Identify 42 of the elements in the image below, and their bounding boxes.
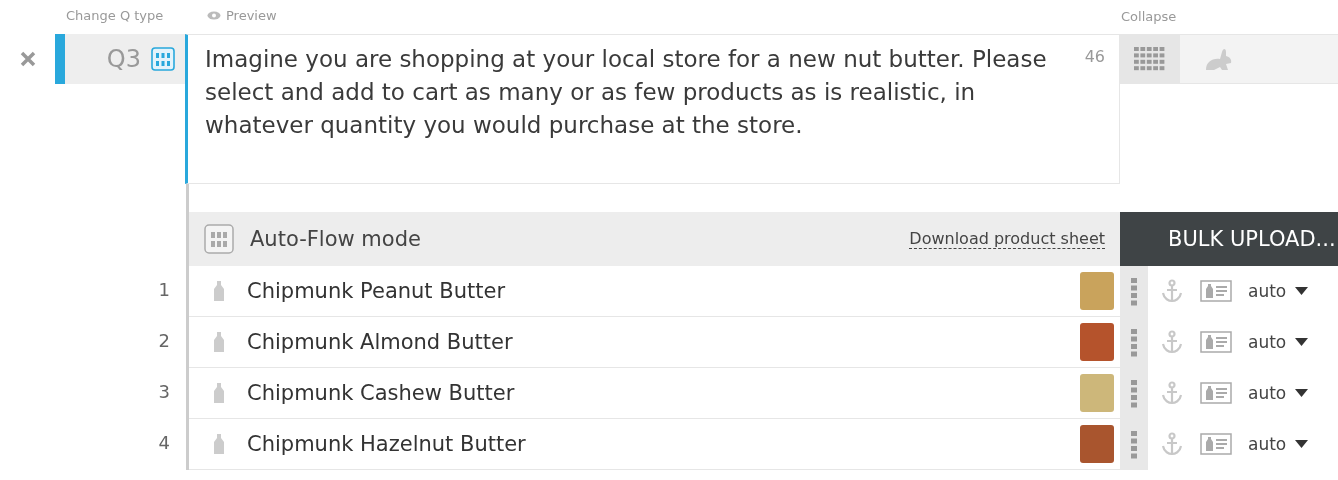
grid-icon bbox=[1134, 47, 1166, 71]
shelf-icon[interactable] bbox=[151, 47, 175, 71]
question-text-field[interactable]: Imagine you are shopping at your local store for a new nut butter. Please select and add to cart as many or as few products as is realistic, in whatever quantity you would purchase at the store. 46 bbox=[185, 34, 1120, 184]
bottle-icon bbox=[213, 332, 225, 352]
eye-icon bbox=[207, 11, 221, 20]
product-card-icon[interactable] bbox=[1200, 433, 1232, 455]
close-icon[interactable] bbox=[19, 51, 36, 67]
mode-dropdown[interactable]: auto bbox=[1248, 281, 1309, 301]
caret-icon bbox=[1295, 440, 1309, 448]
caret-icon bbox=[1295, 287, 1309, 295]
row-number: 2 bbox=[157, 330, 170, 351]
mode-title: Auto-Flow mode bbox=[250, 227, 422, 251]
anchor-icon[interactable] bbox=[1160, 381, 1184, 405]
product-card-icon[interactable] bbox=[1200, 382, 1232, 404]
drag-handle[interactable] bbox=[1120, 419, 1148, 470]
anchor-icon[interactable] bbox=[1160, 279, 1184, 303]
mode-dropdown[interactable]: auto bbox=[1248, 332, 1309, 352]
bottle-icon bbox=[213, 434, 225, 454]
product-name: Chipmunk Hazelnut Butter bbox=[247, 432, 527, 456]
character-count: 46 bbox=[1084, 47, 1105, 67]
mode-dropdown[interactable]: auto bbox=[1248, 434, 1309, 454]
row-number: 1 bbox=[157, 279, 170, 300]
question-number: Q3 bbox=[106, 45, 141, 73]
grid-button[interactable] bbox=[1120, 35, 1180, 83]
bottle-icon bbox=[213, 383, 225, 403]
bulk-upload-button[interactable]: BULK UPLOAD... bbox=[1120, 212, 1338, 266]
caret-icon bbox=[1295, 338, 1309, 346]
row-number: 4 bbox=[157, 432, 170, 453]
product-name: Chipmunk Peanut Butter bbox=[247, 279, 507, 303]
shelf-icon bbox=[204, 224, 234, 254]
product-name: Chipmunk Cashew Butter bbox=[247, 381, 516, 405]
anchor-icon[interactable] bbox=[1160, 330, 1184, 354]
bottle-icon bbox=[213, 281, 225, 301]
download-link[interactable]: Download product sheet bbox=[909, 229, 1105, 249]
drag-handle[interactable] bbox=[1120, 266, 1148, 317]
row-number: 3 bbox=[157, 381, 170, 402]
mode-dropdown[interactable]: auto bbox=[1248, 383, 1309, 403]
caret-icon bbox=[1295, 389, 1309, 397]
product-name: Chipmunk Almond Butter bbox=[247, 330, 514, 354]
product-card-icon[interactable] bbox=[1200, 331, 1232, 353]
anchor-icon[interactable] bbox=[1160, 432, 1184, 456]
product-card-icon[interactable] bbox=[1200, 280, 1232, 302]
